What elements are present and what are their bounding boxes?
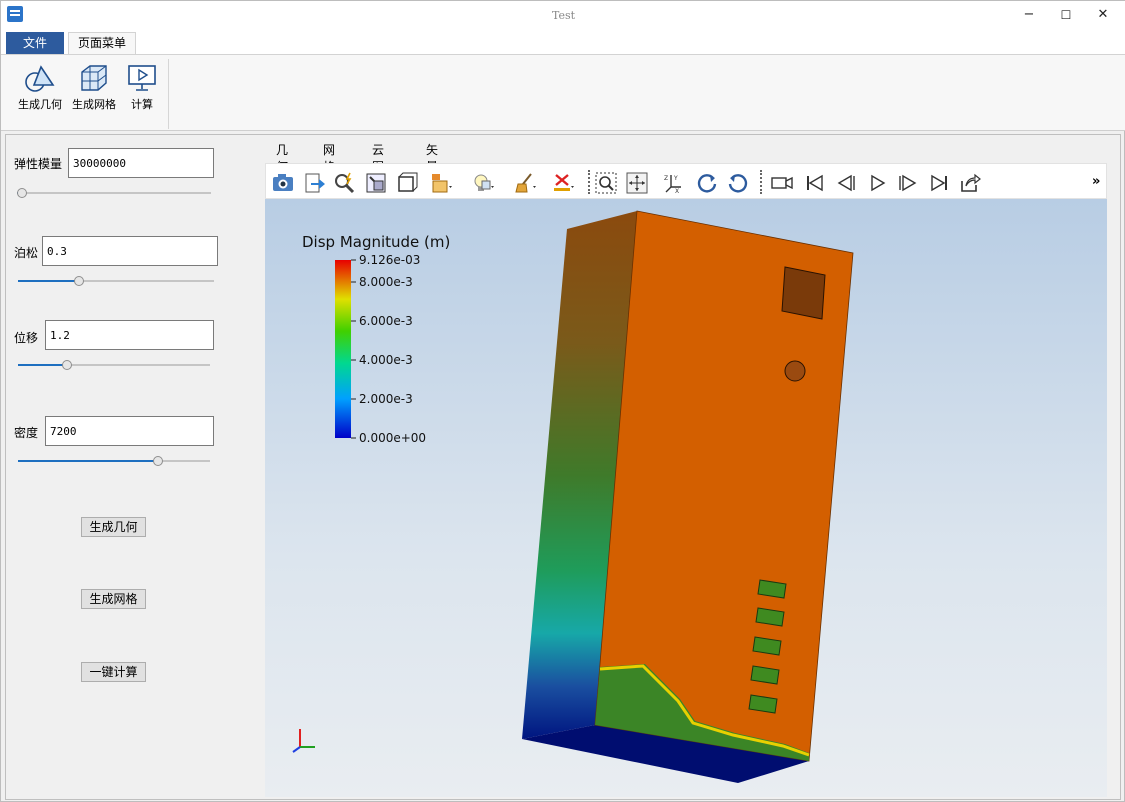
ribbon-button-label: 生成几何 xyxy=(18,98,62,111)
fit-view-icon[interactable] xyxy=(365,172,387,194)
poisson-slider[interactable] xyxy=(18,276,214,286)
svg-text:X: X xyxy=(675,188,679,194)
density-slider[interactable] xyxy=(18,456,210,466)
toolbar-separator xyxy=(588,170,590,194)
generate-mesh-button[interactable]: 生成网格 xyxy=(81,589,146,609)
prev-frame-icon[interactable] xyxy=(835,172,857,194)
legend-title: Disp Magnitude (m) xyxy=(302,233,450,251)
play-icon[interactable] xyxy=(866,172,888,194)
legend-color-bar xyxy=(335,260,351,438)
zoom-box-icon[interactable] xyxy=(595,172,617,194)
legend-tick-label: 6.000e-3 xyxy=(359,314,413,328)
ribbon-tabs: 文件 页面菜单 xyxy=(1,31,1125,55)
ribbon-panel: 生成几何 生成网格 计算 xyxy=(1,54,1125,131)
model-mesh xyxy=(522,210,854,783)
toolbar-overflow-button[interactable]: » xyxy=(1092,174,1100,189)
pan-icon[interactable] xyxy=(626,172,648,194)
mesh-icon xyxy=(81,65,107,91)
ribbon-separator xyxy=(168,59,169,129)
window-title: Test xyxy=(551,9,576,22)
main-area: 弹性模量 泊松 位移 密度 生成几何 生成网格 一键计算 几何 网格 云图0 矢… xyxy=(5,134,1121,800)
video-camera-icon[interactable] xyxy=(771,172,793,194)
legend-tick-label: 2.000e-3 xyxy=(359,392,413,406)
light-bulb-icon[interactable] xyxy=(472,172,494,194)
rotate-ccw-icon[interactable] xyxy=(727,172,749,194)
last-frame-icon[interactable] xyxy=(928,172,950,194)
next-frame-icon[interactable] xyxy=(897,172,919,194)
elastic-modulus-slider[interactable] xyxy=(17,188,211,198)
elastic-modulus-input[interactable] xyxy=(68,148,214,178)
title-bar: Test − ☐ ✕ xyxy=(1,1,1125,31)
toolbar-separator xyxy=(760,170,762,194)
svg-text:Z: Z xyxy=(664,175,668,182)
compute-ribbon-button[interactable]: 计算 xyxy=(117,63,167,119)
displacement-slider[interactable] xyxy=(18,360,210,370)
legend-tick-label: 0.000e+00 xyxy=(359,431,426,445)
zoom-lightning-icon[interactable] xyxy=(334,172,356,194)
app-window: Test − ☐ ✕ 文件 页面菜单 生成几何 生成网格 计算 弹性模量 300… xyxy=(0,0,1125,802)
close-button[interactable]: ✕ xyxy=(1089,5,1117,25)
elastic-modulus-label: 弹性模量 xyxy=(14,157,63,171)
view-toolbar: YX Z » xyxy=(265,163,1107,199)
clear-icon[interactable] xyxy=(552,172,574,194)
legend-max-label: 9.126e-03 xyxy=(359,253,420,267)
compute-icon xyxy=(128,65,156,91)
broom-icon[interactable] xyxy=(514,172,536,194)
displacement-label: 位移 xyxy=(14,331,39,345)
camera-icon[interactable] xyxy=(272,172,294,194)
orientation-axes-icon xyxy=(292,729,315,753)
geometry-icon xyxy=(25,65,55,92)
generate-mesh-ribbon-button[interactable]: 生成网格 xyxy=(69,63,119,119)
generate-geometry-ribbon-button[interactable]: 生成几何 xyxy=(15,63,65,119)
one-click-compute-button[interactable]: 一键计算 xyxy=(81,662,146,682)
density-input[interactable] xyxy=(45,416,214,446)
ribbon-button-label: 生成网格 xyxy=(72,98,116,111)
svg-text:Y: Y xyxy=(673,175,678,182)
box-view-icon[interactable] xyxy=(396,172,418,194)
rep-cube-icon[interactable] xyxy=(430,172,452,194)
poisson-input[interactable] xyxy=(42,236,218,266)
axes-icon[interactable]: YX Z xyxy=(663,172,685,194)
density-label: 密度 xyxy=(14,426,39,440)
contour-scene: Disp Magnitude (m) 9.126e-03 8.000e-3 6.… xyxy=(292,210,854,783)
legend-tick-label: 8.000e-3 xyxy=(359,275,413,289)
displacement-input[interactable] xyxy=(45,320,214,350)
export-icon[interactable] xyxy=(959,172,981,194)
rotate-cw-icon[interactable] xyxy=(696,172,718,194)
tab-file[interactable]: 文件 xyxy=(6,32,64,54)
maximize-button[interactable]: ☐ xyxy=(1052,5,1080,25)
poisson-label: 泊松 xyxy=(14,246,39,260)
first-frame-icon[interactable] xyxy=(804,172,826,194)
generate-geometry-button[interactable]: 生成几何 xyxy=(81,517,146,537)
export-arrow-icon[interactable] xyxy=(304,172,326,194)
legend-tick-label: 4.000e-3 xyxy=(359,353,413,367)
render-viewport[interactable]: Disp Magnitude (m) 9.126e-03 8.000e-3 6.… xyxy=(265,199,1107,797)
minimize-button[interactable]: − xyxy=(1015,5,1043,25)
tab-page-menu[interactable]: 页面菜单 xyxy=(68,32,136,55)
ribbon-button-label: 计算 xyxy=(131,98,153,111)
